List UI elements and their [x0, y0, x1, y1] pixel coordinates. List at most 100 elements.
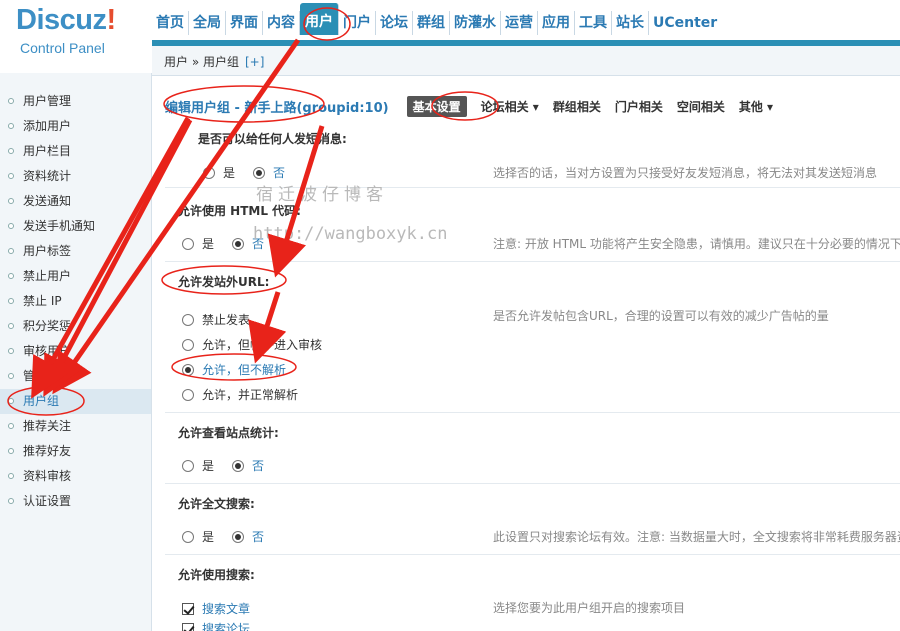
logo-brand: Discuz!: [16, 4, 116, 36]
bullet-icon: [8, 273, 14, 279]
sidebar-item-ban-ip[interactable]: 禁止 IP: [0, 289, 151, 314]
nav-group[interactable]: 群组: [413, 11, 450, 35]
bullet-icon: [8, 373, 14, 379]
url-option-moderate: 允许，但帖子进入审核: [182, 336, 340, 353]
tab-portal-related[interactable]: 门户相关: [615, 98, 663, 115]
tab-basic-settings[interactable]: 基本设置: [406, 95, 467, 117]
main-panel: 编辑用户组 - 新手上路(groupid:10) 基本设置 论坛相关 ▾ 群组相…: [153, 77, 900, 631]
watermark-url: http://wangboxyk.cn: [253, 224, 448, 244]
nav-antispam[interactable]: 防灌水: [450, 11, 501, 35]
nav-portal[interactable]: 门户: [339, 11, 376, 35]
pm-yes-radio[interactable]: [203, 166, 215, 179]
search-articles-checkbox[interactable]: [182, 602, 194, 615]
sidebar-item-user-groups[interactable]: 用户组: [0, 389, 151, 414]
bullet-icon: [8, 448, 14, 454]
search-option-forums: 搜索论坛: [182, 620, 268, 631]
top-nav: 首页 全局 界面 内容 用户 门户 论坛 群组 防灌水 运营 应用 工具 站长 …: [152, 0, 900, 40]
sidebar-item-send-notice[interactable]: 发送通知: [0, 189, 151, 214]
html-no-radio[interactable]: [232, 237, 245, 250]
settings-tabs: 基本设置 论坛相关 ▾ 群组相关 门户相关 空间相关 其他 ▾: [406, 95, 787, 117]
bullet-icon: [8, 198, 14, 204]
search-forums-checkbox[interactable]: [182, 622, 194, 631]
stats-no-radio[interactable]: [232, 459, 245, 472]
fulltext-label: 允许全文搜索:: [178, 497, 255, 511]
bullet-icon: [8, 248, 14, 254]
divider: [165, 554, 900, 555]
breadcrumb-path: 用户 » 用户组: [164, 55, 239, 69]
nav-operation[interactable]: 运营: [501, 11, 538, 35]
nav-tools[interactable]: 工具: [575, 11, 612, 35]
sidebar-item-user-fields[interactable]: 用户栏目: [0, 139, 151, 164]
sidebar-item-add-user[interactable]: 添加用户: [0, 114, 151, 139]
sidebar-item-verification[interactable]: 认证设置: [0, 489, 151, 514]
sidebar: 用户管理 添加用户 用户栏目 资料统计 发送通知 发送手机通知 用户标签 禁止用…: [0, 73, 152, 631]
nav-content[interactable]: 内容: [263, 11, 300, 35]
nav-forum[interactable]: 论坛: [376, 11, 413, 35]
fulltext-tip: 此设置只对搜索论坛有效。注意: 当数据量大时，全文搜索将非常耗费服务器资: [493, 530, 900, 544]
nav-interface[interactable]: 界面: [226, 11, 263, 35]
stats-label: 允许查看站点统计:: [178, 426, 279, 440]
logo-subtitle: Control Panel: [20, 40, 105, 56]
divider: [165, 483, 900, 484]
tab-group-related[interactable]: 群组相关: [553, 98, 601, 115]
nav-home[interactable]: 首页: [152, 11, 189, 35]
tab-other[interactable]: 其他 ▾: [739, 98, 773, 115]
watermark-title: 宿迁波仔博客: [256, 185, 388, 205]
url-parse-radio[interactable]: [182, 388, 194, 401]
logo: Discuz! Control Panel: [0, 0, 152, 73]
sidebar-item-user-tags[interactable]: 用户标签: [0, 239, 151, 264]
pm-options: 是 否: [203, 164, 303, 181]
url-option-no-parse: 允许，但不解析: [182, 361, 304, 378]
bullet-icon: [8, 498, 14, 504]
sidebar-item-recommend-friends[interactable]: 推荐好友: [0, 439, 151, 464]
search-tip: 选择您要为此用户组开启的搜索项目: [493, 601, 686, 615]
fulltext-no-radio[interactable]: [232, 530, 245, 543]
nav-global[interactable]: 全局: [189, 11, 226, 35]
url-moderate-radio[interactable]: [182, 338, 194, 351]
sidebar-item-profile-review[interactable]: 资料审核: [0, 464, 151, 489]
bullet-icon: [8, 398, 14, 404]
bullet-icon: [8, 423, 14, 429]
bullet-icon: [8, 148, 14, 154]
bullet-icon: [8, 98, 14, 104]
stats-options: 是 否: [182, 457, 282, 474]
pm-tip: 选择否的话，当对方设置为只接受好友发短消息，将无法对其发送短消息: [493, 166, 878, 180]
html-tip: 注意: 开放 HTML 功能将产生安全隐患，请慎用。建议只在十分必要的情况下: [493, 237, 900, 251]
breadcrumb: 用户 » 用户组 [+]: [152, 46, 900, 76]
url-option-forbid: 禁止发表: [182, 311, 268, 328]
sidebar-item-ban-user[interactable]: 禁止用户: [0, 264, 151, 289]
fulltext-options: 是 否: [182, 528, 282, 545]
add-favorite-link[interactable]: [+]: [245, 55, 264, 69]
tab-space-related[interactable]: 空间相关: [677, 98, 725, 115]
url-forbid-radio[interactable]: [182, 313, 194, 326]
sidebar-item-credits[interactable]: 积分奖惩: [0, 314, 151, 339]
sidebar-item-admin-groups[interactable]: 管理组: [0, 364, 151, 389]
sidebar-item-send-sms[interactable]: 发送手机通知: [0, 214, 151, 239]
nav-user[interactable]: 用户: [300, 3, 339, 35]
html-yes-radio[interactable]: [182, 237, 194, 250]
url-option-parse: 允许，并正常解析: [182, 386, 316, 403]
nav-ucenter[interactable]: UCenter: [649, 11, 721, 35]
divider: [165, 261, 900, 262]
url-no-parse-radio[interactable]: [182, 363, 194, 376]
pm-no-radio[interactable]: [253, 166, 266, 179]
bullet-icon: [8, 298, 14, 304]
url-label: 允许发站外URL:: [178, 275, 270, 289]
nav-apps[interactable]: 应用: [538, 11, 575, 35]
bullet-icon: [8, 123, 14, 129]
bullet-icon: [8, 223, 14, 229]
sidebar-item-moderate-users[interactable]: 审核用户: [0, 339, 151, 364]
stats-yes-radio[interactable]: [182, 459, 194, 472]
bullet-icon: [8, 348, 14, 354]
fulltext-yes-radio[interactable]: [182, 530, 194, 543]
bullet-icon: [8, 173, 14, 179]
sidebar-item-profile-stats[interactable]: 资料统计: [0, 164, 151, 189]
bullet-icon: [8, 323, 14, 329]
page-title: 编辑用户组 - 新手上路(groupid:10): [165, 100, 389, 116]
tab-forum-related[interactable]: 论坛相关 ▾: [481, 98, 539, 115]
sidebar-item-user-manage[interactable]: 用户管理: [0, 89, 151, 114]
bullet-icon: [8, 473, 14, 479]
nav-webmaster[interactable]: 站长: [612, 11, 649, 35]
sidebar-item-recommend-follow[interactable]: 推荐关注: [0, 414, 151, 439]
divider: [165, 412, 900, 413]
